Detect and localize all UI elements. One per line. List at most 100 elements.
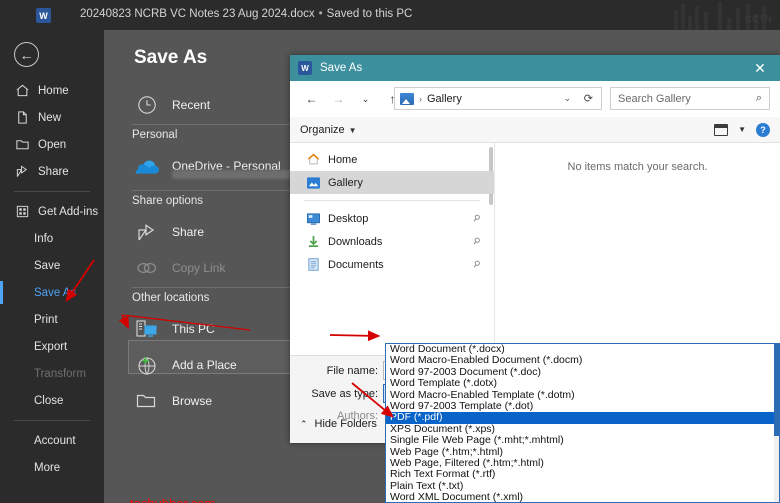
documents-icon <box>306 258 321 272</box>
search-input[interactable]: Search Gallery <box>618 93 691 105</box>
refresh-icon[interactable]: ⟳ <box>584 92 593 105</box>
divider-share-options <box>132 190 310 191</box>
downloads-icon <box>306 235 321 249</box>
hide-folders-button[interactable]: ⌃ Hide Folders <box>300 418 377 430</box>
save-state-label: Saved to this PC <box>326 8 413 20</box>
tree-item-documents[interactable]: Documents ⚲ <box>290 253 494 276</box>
dropdown-option[interactable]: Single File Web Page (*.mht;*.mhtml) <box>386 434 779 446</box>
sidebar-item-save[interactable]: Save <box>0 252 104 279</box>
sidebar-item-close[interactable]: Close <box>0 387 104 414</box>
navigation-tree: Home Gallery Desktop ⚲ Downloads ⚲ Documents ⚲ <box>290 143 495 355</box>
sidebar-item-label: Share <box>38 165 69 178</box>
backstage-sidebar: ← Home New Open Share Get Add-ins Info Save Sav… <box>0 30 104 503</box>
sidebar-item-transform: Transform <box>0 360 104 387</box>
sidebar-item-more[interactable]: More <box>0 454 104 481</box>
recent-label: Recent <box>172 98 211 112</box>
breadcrumb-separator: › <box>419 93 422 104</box>
chevron-down-icon: ▼ <box>348 125 357 135</box>
sidebar-item-label: Transform <box>34 367 86 380</box>
view-layout-icon[interactable] <box>714 123 728 136</box>
breadcrumb-path: Gallery <box>427 92 462 105</box>
sidebar-item-share[interactable]: Share <box>0 158 104 185</box>
share-icon <box>14 164 30 180</box>
sidebar-item-label: Close <box>34 394 64 407</box>
tree-divider <box>304 200 480 201</box>
sidebar-item-label: Save As <box>34 286 77 299</box>
tree-item-downloads[interactable]: Downloads ⚲ <box>290 230 494 253</box>
onedrive-account-blurred <box>172 170 292 179</box>
word-icon: W <box>298 61 312 75</box>
dropdown-option[interactable]: Word 97-2003 Template (*.dot) <box>386 400 779 412</box>
dropdown-scrollbar[interactable] <box>774 344 779 502</box>
dropdown-option[interactable]: Rich Text Format (*.rtf) <box>386 468 779 480</box>
link-icon <box>132 260 162 276</box>
arrow-right-icon[interactable]: → <box>327 88 350 111</box>
tree-item-home[interactable]: Home <box>290 148 494 171</box>
sidebar-item-label: Export <box>34 340 68 353</box>
file-type-dropdown-list[interactable]: Word Document (*.docx) Word Macro-Enabled… <box>385 343 780 503</box>
pin-icon[interactable]: ⚲ <box>471 235 482 248</box>
gallery-icon <box>400 92 414 105</box>
arrow-left-icon[interactable]: ← <box>300 88 323 111</box>
folder-open-icon <box>14 137 30 153</box>
browse-label: Browse <box>172 394 213 408</box>
sidebar-item-account[interactable]: Account <box>0 427 104 454</box>
sidebar-item-label: New <box>38 111 62 124</box>
file-list[interactable]: No items match your search. <box>495 143 780 355</box>
sidebar-item-label: Info <box>34 232 54 245</box>
divider-other-locations <box>132 287 310 288</box>
dropdown-option[interactable]: Word Template (*.dotx) <box>386 377 779 389</box>
dropdown-option[interactable]: Word XML Document (*.xml) <box>386 491 779 502</box>
sidebar-item-info[interactable]: Info <box>0 225 104 252</box>
screenshot-root: W 20240823 NCRB VC Notes 23 Aug 2024.doc… <box>0 0 780 503</box>
this-pc-icon <box>132 319 162 339</box>
sidebar-item-get-add-ins[interactable]: Get Add-ins <box>0 198 104 225</box>
organize-button[interactable]: Organize ▼ <box>300 124 357 136</box>
chevron-down-icon[interactable]: ▼ <box>738 125 746 134</box>
organize-label: Organize <box>300 123 345 136</box>
sidebar-item-export[interactable]: Export <box>0 333 104 360</box>
sidebar-item-open[interactable]: Open <box>0 131 104 158</box>
sidebar-item-save-as[interactable]: Save As <box>0 279 104 306</box>
sidebar-item-label: Account <box>34 434 76 447</box>
chevron-down-icon[interactable]: ⌄ <box>563 93 571 104</box>
divider-personal <box>132 124 310 125</box>
pin-icon[interactable]: ⚲ <box>471 258 482 271</box>
sidebar-item-label: Save <box>34 259 61 272</box>
help-icon[interactable]: ? <box>756 122 770 137</box>
sidebar-item-print[interactable]: Print <box>0 306 104 333</box>
dialog-body: Home Gallery Desktop ⚲ Downloads ⚲ Documents ⚲ … <box>290 143 780 355</box>
backstage-nav-list: Home New Open Share Get Add-ins Info Save Save … <box>0 77 104 481</box>
tree-item-gallery[interactable]: Gallery <box>290 171 494 194</box>
add-place-label: Add a Place <box>172 358 237 372</box>
sidebar-item-label: Print <box>34 313 58 326</box>
gallery-icon <box>306 176 321 190</box>
pin-icon[interactable]: ⚲ <box>471 212 482 225</box>
back-button[interactable]: ← <box>14 42 39 67</box>
search-icon: ⌕ <box>755 92 762 104</box>
empty-list-message: No items match your search. <box>567 161 708 173</box>
page-title: Save As <box>134 47 208 68</box>
home-icon <box>14 83 30 99</box>
dropdown-scroll-thumb[interactable] <box>774 344 779 436</box>
nav-divider <box>14 191 90 192</box>
document-filename: 20240823 NCRB VC Notes 23 Aug 2024.docx <box>80 8 315 20</box>
document-title: 20240823 NCRB VC Notes 23 Aug 2024.docx •… <box>80 8 412 20</box>
search-box[interactable]: Search Gallery ⌕ <box>610 87 770 110</box>
sidebar-item-new[interactable]: New <box>0 104 104 131</box>
this-pc-label: This PC <box>172 322 215 336</box>
file-name-label: File name: <box>326 365 378 377</box>
sidebar-item-label: Get Add-ins <box>38 205 99 218</box>
dialog-toolbar: Organize ▼ ▼ ? <box>290 117 780 143</box>
tree-item-label: Documents <box>328 258 384 271</box>
share-label: Share <box>172 225 205 239</box>
save-as-type-label: Save as type: <box>311 388 378 400</box>
close-icon[interactable]: ✕ <box>740 55 780 81</box>
clock-icon <box>132 95 162 115</box>
tree-item-desktop[interactable]: Desktop ⚲ <box>290 207 494 230</box>
chevron-up-icon: ⌃ <box>300 418 308 429</box>
sidebar-item-home[interactable]: Home <box>0 77 104 104</box>
address-bar[interactable]: › Gallery ⌄ ⟳ <box>394 87 602 110</box>
chevron-down-icon[interactable]: ⌄ <box>354 88 377 111</box>
corner-watermark: CCTN <box>745 14 772 24</box>
